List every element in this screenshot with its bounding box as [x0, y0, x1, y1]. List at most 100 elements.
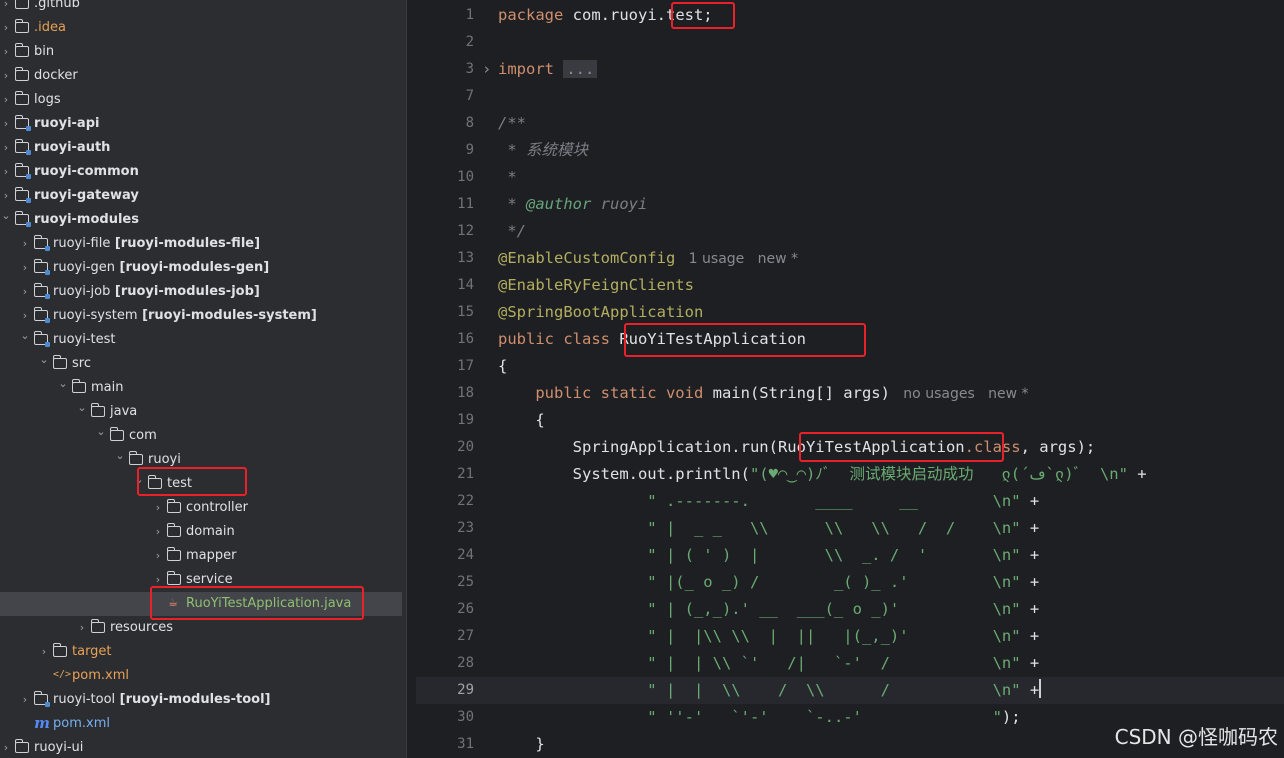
code-line-16[interactable]: 16 public class RuoYiTestApplication — [416, 326, 1284, 353]
tree-label: ruoyi-test — [53, 332, 116, 347]
code-line-1[interactable]: 1 package com.ruoyi.test; — [416, 2, 1284, 29]
chevron-down-icon[interactable]: ⌄ — [115, 444, 125, 468]
code-line-12[interactable]: 12 */ — [416, 218, 1284, 245]
chevron-right-icon[interactable]: › — [153, 496, 163, 520]
chevron-right-icon[interactable]: › — [20, 280, 30, 304]
code-line-17[interactable]: 17 { — [416, 353, 1284, 380]
module-name: [ruoyi-modules-tool] — [115, 692, 271, 707]
tree-label: ruoyi-system [ruoyi-modules-system] — [53, 308, 317, 323]
tree-row-main[interactable]: ⌄ main — [0, 376, 406, 400]
tree-row-ruoyi-auth[interactable]: › ruoyi-auth — [0, 136, 406, 160]
tree-row-test[interactable]: ⌄ test — [0, 472, 406, 496]
tree-row-ruoyi-modules[interactable]: ⌄ ruoyi-modules — [0, 208, 406, 232]
chevron-down-icon[interactable]: ⌄ — [77, 396, 87, 420]
tree-row-bin[interactable]: › bin — [0, 40, 406, 64]
code-editor[interactable]: 1 package com.ruoyi.test; 2 3 › import ... 7 8/… — [416, 0, 1284, 758]
tree-row-ruoyi-gateway[interactable]: › ruoyi-gateway — [0, 184, 406, 208]
tree-row-ruoyi-api[interactable]: › ruoyi-api — [0, 112, 406, 136]
code-line-7[interactable]: 7 — [416, 83, 1284, 110]
code-line-2[interactable]: 2 — [416, 29, 1284, 56]
code-line-24[interactable]: 24 " | ( ' ) | \\ _. / ' \n" + — [416, 542, 1284, 569]
chevron-right-icon[interactable]: › — [1, 112, 11, 136]
chevron-right-icon[interactable]: › — [1, 0, 11, 16]
code-line-27[interactable]: 27 " | |\\ \\ | || |(_,_)' \n" + — [416, 623, 1284, 650]
tree-label: domain — [186, 524, 235, 539]
tree-row-com[interactable]: ⌄ com — [0, 424, 406, 448]
tree-row-ruoyi-ui[interactable]: › ruoyi-ui — [0, 736, 406, 758]
code-line-13[interactable]: 13 @EnableCustomConfig 1 usage new * — [416, 245, 1284, 272]
chevron-right-icon[interactable]: › — [153, 520, 163, 544]
tree-row-ruoyi-system[interactable]: › ruoyi-system [ruoyi-modules-system] — [0, 304, 406, 328]
code-line-20[interactable]: 20 SpringApplication.run(RuoYiTestApplic… — [416, 434, 1284, 461]
code-line-3[interactable]: 3 › import ... — [416, 56, 1284, 83]
tree-row-ruoyi-job[interactable]: › ruoyi-job [ruoyi-modules-job] — [0, 280, 406, 304]
chevron-right-icon[interactable]: › — [1, 136, 11, 160]
chevron-right-icon[interactable]: › — [1, 16, 11, 40]
line-number: 9 — [465, 142, 474, 158]
chevron-right-icon[interactable]: › — [1, 736, 11, 758]
code-line-11[interactable]: 11 * @author ruoyi — [416, 191, 1284, 218]
code-line-23[interactable]: 23 " | _ _ \\ \\ \\ / / \n" + — [416, 515, 1284, 542]
tree-row-java[interactable]: ⌄ java — [0, 400, 406, 424]
fold-arrow-icon[interactable]: › — [482, 56, 491, 83]
panel-splitter[interactable] — [406, 0, 416, 758]
tree-row--idea[interactable]: › .idea — [0, 16, 406, 40]
code-line-19[interactable]: 19 { — [416, 407, 1284, 434]
code-line-29[interactable]: 29 " | | \\ / \\ / \n" + — [416, 677, 1284, 704]
line-number: 11 — [457, 196, 474, 212]
code-line-18[interactable]: 18 public static void main(String[] args… — [416, 380, 1284, 407]
chevron-right-icon[interactable]: › — [1, 40, 11, 64]
code-line-26[interactable]: 26 " | (_,_).' __ ___(_ o _)' \n" + — [416, 596, 1284, 623]
chevron-down-icon[interactable]: ⌄ — [134, 468, 144, 492]
tree-row-ruoyi[interactable]: ⌄ ruoyi — [0, 448, 406, 472]
code-line-10[interactable]: 10 * — [416, 164, 1284, 191]
chevron-right-icon[interactable]: › — [77, 616, 87, 640]
chevron-right-icon[interactable]: › — [153, 568, 163, 592]
code-line-28[interactable]: 28 " | | \\ `' /| `-' / \n" + — [416, 650, 1284, 677]
chevron-down-icon[interactable]: ⌄ — [1, 204, 11, 228]
chevron-right-icon[interactable]: › — [20, 256, 30, 280]
tree-row-docker[interactable]: › docker — [0, 64, 406, 88]
tree-row-pom-xml[interactable]: </> pom.xml — [0, 664, 406, 688]
tree-row-pom-xml[interactable]: m pom.xml — [0, 712, 406, 736]
tree-row-resources[interactable]: › resources — [0, 616, 406, 640]
code-line-8[interactable]: 8 /** — [416, 110, 1284, 137]
tree-row-target[interactable]: › target — [0, 640, 406, 664]
tree-row-mapper[interactable]: › mapper — [0, 544, 406, 568]
tree-row-ruoyi-file[interactable]: › ruoyi-file [ruoyi-modules-file] — [0, 232, 406, 256]
chevron-right-icon[interactable]: › — [39, 640, 49, 664]
tree-row-ruoyitestapplication-java[interactable]: ☕ RuoYiTestApplication.java — [0, 592, 402, 616]
code-line-25[interactable]: 25 " |(_ o _) / _( )_ .' \n" + — [416, 569, 1284, 596]
chevron-down-icon[interactable]: ⌄ — [58, 372, 68, 396]
java-class-icon: ☕ — [168, 596, 178, 609]
tree-label: docker — [34, 68, 78, 83]
tree-row-service[interactable]: › service — [0, 568, 406, 592]
chevron-right-icon[interactable]: › — [20, 688, 30, 712]
chevron-right-icon[interactable]: › — [153, 544, 163, 568]
code-text: SpringApplication.run(RuoYiTestApplicati… — [498, 438, 1096, 456]
code-line-9[interactable]: 9 * 系统模块 — [416, 137, 1284, 164]
code-line-22[interactable]: 22 " .-------. ____ __ \n" + — [416, 488, 1284, 515]
chevron-right-icon[interactable]: › — [1, 88, 11, 112]
chevron-right-icon[interactable]: › — [1, 160, 11, 184]
folder-icon — [147, 475, 162, 489]
code-line-21[interactable]: 21 System.out.println("(♥◠‿◠)ﾉﾞ 测试模块启动成功… — [416, 461, 1284, 488]
tree-row-controller[interactable]: › controller — [0, 496, 406, 520]
chevron-down-icon[interactable]: ⌄ — [20, 324, 30, 348]
tree-row-domain[interactable]: › domain — [0, 520, 406, 544]
tree-label: test — [167, 476, 192, 491]
chevron-right-icon[interactable]: › — [20, 232, 30, 256]
tree-row-ruoyi-gen[interactable]: › ruoyi-gen [ruoyi-modules-gen] — [0, 256, 406, 280]
tree-row-ruoyi-common[interactable]: › ruoyi-common — [0, 160, 406, 184]
code-line-14[interactable]: 14 @EnableRyFeignClients — [416, 272, 1284, 299]
tree-row--github[interactable]: › .github — [0, 0, 406, 16]
chevron-down-icon[interactable]: ⌄ — [96, 420, 106, 444]
module-folder-icon — [33, 307, 50, 323]
line-number: 27 — [457, 628, 474, 644]
tree-row-ruoyi-tool[interactable]: › ruoyi-tool [ruoyi-modules-tool] — [0, 688, 406, 712]
tree-row-logs[interactable]: › logs — [0, 88, 406, 112]
code-line-15[interactable]: 15 @SpringBootApplication — [416, 299, 1284, 326]
chevron-right-icon[interactable]: › — [1, 64, 11, 88]
chevron-down-icon[interactable]: ⌄ — [39, 348, 49, 372]
tree-row-ruoyi-test[interactable]: ⌄ ruoyi-test — [0, 328, 406, 352]
